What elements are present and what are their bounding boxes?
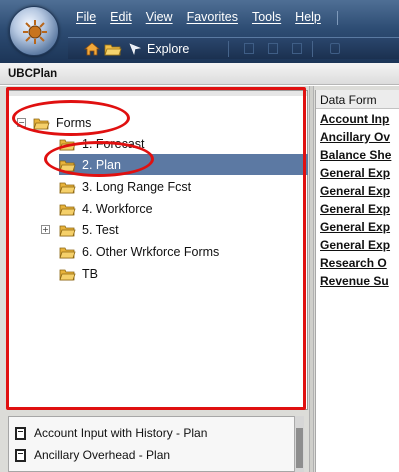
data-form-list-panel: Data Form Account Inp Ancillary Ov Balan… xyxy=(315,90,399,472)
list-item[interactable]: Ancillary Overhead - Plan xyxy=(15,445,170,465)
menu-help[interactable]: Help xyxy=(295,10,321,28)
scrollbar-thumb[interactable] xyxy=(296,428,303,468)
data-form-link[interactable]: General Exp xyxy=(320,238,399,255)
disabled-tool-icon xyxy=(244,43,254,54)
data-form-link[interactable]: General Exp xyxy=(320,166,399,183)
scrollbar[interactable] xyxy=(294,416,304,472)
toolbar: Explore xyxy=(68,37,399,59)
data-form-link[interactable]: Balance She xyxy=(320,148,399,165)
app-title-bar: UBCPlan xyxy=(0,63,399,85)
disabled-tool-icon xyxy=(268,43,278,54)
document-icon xyxy=(15,448,26,462)
data-form-link[interactable]: General Exp xyxy=(320,184,399,201)
app-menu-orb-button[interactable] xyxy=(9,6,59,56)
menu-edit[interactable]: Edit xyxy=(110,10,132,28)
data-form-link[interactable]: Research O xyxy=(320,256,399,273)
folder-icon[interactable] xyxy=(104,41,122,57)
home-icon[interactable] xyxy=(84,41,100,57)
list-item[interactable]: Account Input with History - Plan xyxy=(15,423,207,443)
menu-favorites[interactable]: Favorites xyxy=(187,10,238,28)
explore-label: Explore xyxy=(147,42,190,56)
menu-tools[interactable]: Tools xyxy=(252,10,281,28)
menu-bar: File Edit View Favorites Tools Help xyxy=(76,10,338,28)
data-form-link[interactable]: Account Inp xyxy=(320,112,399,129)
data-form-link[interactable]: General Exp xyxy=(320,220,399,237)
form-shortcut-list: Account Input with History - Plan Ancill… xyxy=(8,416,302,472)
explore-icon xyxy=(129,43,142,56)
highlight-ellipse-plan xyxy=(44,141,154,177)
explore-button[interactable]: Explore xyxy=(128,41,189,57)
toolbar-divider xyxy=(228,41,229,57)
data-form-link[interactable]: Ancillary Ov xyxy=(320,130,399,147)
app-title: UBCPlan xyxy=(8,68,58,80)
document-icon xyxy=(15,426,26,440)
menu-file[interactable]: File xyxy=(76,10,96,28)
disabled-tool-icon xyxy=(292,43,302,54)
menu-separator xyxy=(336,11,338,25)
vertical-splitter[interactable] xyxy=(309,86,314,472)
data-form-link[interactable]: General Exp xyxy=(320,202,399,219)
menu-view[interactable]: View xyxy=(146,10,173,28)
list-item-label: Ancillary Overhead - Plan xyxy=(34,448,171,462)
highlight-rectangle xyxy=(6,87,306,410)
disabled-tool-icon xyxy=(330,43,340,54)
data-form-link[interactable]: Revenue Su xyxy=(320,274,399,291)
list-item-label: Account Input with History - Plan xyxy=(34,426,208,440)
toolbar-divider xyxy=(312,41,313,57)
column-header-data-form[interactable]: Data Form xyxy=(316,90,399,109)
highlight-ellipse-forms xyxy=(12,100,130,136)
app-logo-icon xyxy=(23,20,47,44)
title-band: File Edit View Favorites Tools Help Expl… xyxy=(0,0,399,63)
